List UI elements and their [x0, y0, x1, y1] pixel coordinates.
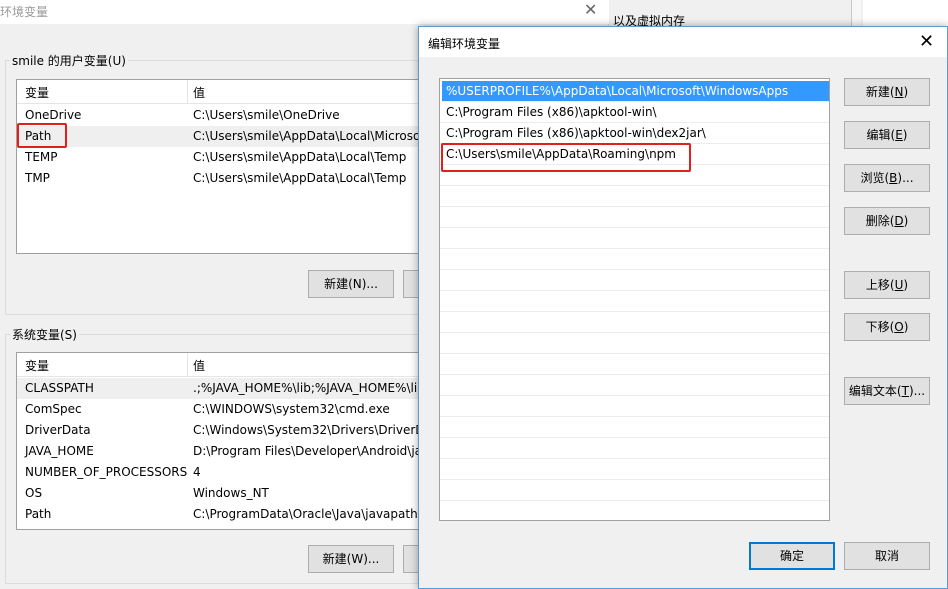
path-entry: %USERPROFILE%\AppData\Local\Microsoft\Wi… [446, 84, 789, 98]
variable-name: Path [25, 507, 52, 521]
list-item[interactable] [440, 270, 829, 291]
list-item[interactable]: C:\Program Files (x86)\apktool-win\dex2j… [440, 123, 829, 144]
table-row[interactable]: Path C:\Users\smile\AppData\Local\Micros… [17, 126, 419, 147]
edit-text-button[interactable]: 编辑文本(T)... [844, 377, 930, 405]
variable-value: C:\Users\smile\OneDrive [193, 108, 340, 122]
table-row[interactable]: ComSpec C:\WINDOWS\system32\cmd.exe [17, 399, 419, 420]
variable-name: OS [25, 486, 43, 500]
list-item[interactable] [440, 186, 829, 207]
close-icon[interactable]: ✕ [919, 31, 934, 52]
env-window-title: 环境变量 [0, 5, 49, 19]
dialog-title: 编辑环境变量 [428, 37, 501, 51]
variable-value: C:\Users\smile\AppData\Local\Microsoft [193, 129, 420, 143]
list-header: 变量 值 [17, 80, 419, 104]
variable-value: C:\Users\smile\AppData\Local\Temp [193, 150, 407, 164]
variable-value: D:\Program Files\Developer\Android\ja [193, 444, 420, 458]
variable-name: CLASSPATH [25, 381, 94, 395]
edit-environment-variable-dialog: 编辑环境变量 ✕ %USERPROFILE%\AppData\Local\Mic… [418, 26, 948, 589]
table-row[interactable]: DriverData C:\Windows\System32\Drivers\D… [17, 420, 419, 441]
list-item[interactable] [440, 501, 829, 520]
npm-path-highlight-box [441, 143, 691, 172]
list-item[interactable] [440, 375, 829, 396]
variable-value: C:\ProgramData\Oracle\Java\javapath; [193, 507, 420, 521]
table-row[interactable]: OS Windows_NT [17, 483, 419, 504]
user-variables-label: smile 的用户变量(U) [10, 52, 128, 69]
delete-path-button[interactable]: 删除(D) [844, 207, 930, 235]
list-header: 变量 值 [17, 353, 419, 377]
table-row[interactable]: CLASSPATH .;%JAVA_HOME%\lib;%JAVA_HOME%\… [17, 378, 419, 399]
variable-name: JAVA_HOME [25, 444, 94, 458]
window-scrollbar[interactable] [851, 0, 861, 28]
new-path-button[interactable]: 新建(N) [844, 78, 930, 106]
column-header-value[interactable]: 值 [193, 357, 205, 374]
system-variables-list[interactable]: 变量 值 CLASSPATH .;%JAVA_HOME%\lib;%JAVA_H… [16, 352, 420, 530]
table-row[interactable]: OneDrive C:\Users\smile\OneDrive [17, 105, 419, 126]
path-entry: C:\Program Files (x86)\apktool-win\ [446, 105, 657, 119]
column-header-value[interactable]: 值 [193, 84, 205, 101]
browse-button[interactable]: 浏览(B)... [844, 164, 930, 192]
column-header-variable[interactable]: 变量 [25, 357, 49, 374]
list-item[interactable] [440, 312, 829, 333]
table-row[interactable]: Path C:\ProgramData\Oracle\Java\javapath… [17, 504, 419, 525]
variable-value: C:\Windows\System32\Drivers\DriverDa [193, 423, 420, 437]
variable-name: DriverData [25, 423, 91, 437]
move-up-button[interactable]: 上移(U) [844, 271, 930, 299]
variable-value: .;%JAVA_HOME%\lib;%JAVA_HOME%\li [193, 381, 418, 395]
list-item[interactable] [440, 396, 829, 417]
variable-value: 4 [193, 465, 201, 479]
list-item[interactable] [440, 207, 829, 228]
move-down-button[interactable]: 下移(O) [844, 313, 930, 341]
system-properties-window: 以及虚拟内存 [609, 0, 863, 28]
table-row[interactable]: TMP C:\Users\smile\AppData\Local\Temp [17, 168, 419, 189]
list-item[interactable]: %USERPROFILE%\AppData\Local\Microsoft\Wi… [442, 81, 829, 102]
list-item[interactable] [440, 459, 829, 480]
variable-name: NUMBER_OF_PROCESSORS [25, 465, 188, 479]
user-variables-list[interactable]: 变量 值 OneDrive C:\Users\smile\OneDrive Pa… [16, 79, 420, 254]
table-row[interactable]: JAVA_HOME D:\Program Files\Developer\And… [17, 441, 419, 462]
list-item[interactable] [440, 480, 829, 501]
list-item[interactable] [440, 291, 829, 312]
path-entry: C:\Program Files (x86)\apktool-win\dex2j… [446, 126, 706, 140]
variable-name: OneDrive [25, 108, 82, 122]
list-item[interactable] [440, 333, 829, 354]
system-new-button[interactable]: 新建(W)... [308, 545, 394, 573]
list-item[interactable] [440, 354, 829, 375]
table-row[interactable]: TEMP C:\Users\smile\AppData\Local\Temp [17, 147, 419, 168]
variable-value: Windows_NT [193, 486, 269, 500]
dialog-titlebar: 编辑环境变量 ✕ [419, 27, 947, 57]
variable-value: C:\WINDOWS\system32\cmd.exe [193, 402, 390, 416]
path-highlight-box [17, 123, 67, 148]
edit-path-button[interactable]: 编辑(E) [844, 121, 930, 149]
close-icon[interactable]: ✕ [584, 0, 597, 19]
list-item[interactable]: C:\Program Files (x86)\apktool-win\ [440, 102, 829, 123]
list-item[interactable] [440, 417, 829, 438]
variable-name: TMP [25, 171, 50, 185]
env-window-titlebar: 环境变量 ✕ [0, 0, 609, 24]
list-item[interactable] [440, 228, 829, 249]
system-variables-label: 系统变量(S) [10, 326, 79, 343]
variable-value: C:\Users\smile\AppData\Local\Temp [193, 171, 407, 185]
table-row[interactable]: NUMBER_OF_PROCESSORS 4 [17, 462, 419, 483]
column-header-variable[interactable]: 变量 [25, 84, 49, 101]
list-item[interactable] [440, 438, 829, 459]
cancel-button[interactable]: 取消 [844, 542, 930, 570]
ok-button[interactable]: 确定 [749, 542, 835, 570]
user-new-button[interactable]: 新建(N)... [308, 270, 394, 298]
variable-name: ComSpec [25, 402, 82, 416]
list-item[interactable] [440, 249, 829, 270]
variable-name: TEMP [25, 150, 58, 164]
